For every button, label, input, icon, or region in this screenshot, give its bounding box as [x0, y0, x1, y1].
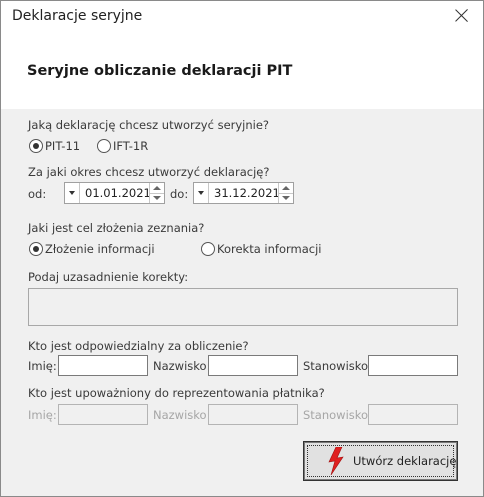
representative-first-name-input [58, 404, 148, 425]
responsible-last-name-input[interactable] [208, 355, 298, 376]
purpose-question: Jaki jest cel złożenia zeznania? [28, 221, 205, 235]
correction-label: Podaj uzasadnienie korekty: [28, 270, 189, 284]
period-question: Za jaki okres chcesz utworzyć deklarację… [28, 165, 270, 179]
date-to-value: 31.12.2021 [214, 186, 280, 200]
radio-pit11-label[interactable]: PIT-11 [45, 139, 80, 153]
radio-submission[interactable] [29, 242, 43, 256]
responsible-position-label: Stanowisko: [303, 359, 372, 373]
date-to-field[interactable]: 31.12.2021 [193, 182, 294, 204]
title-bar: Deklaracje seryjne [1, 1, 483, 32]
spin-down-icon[interactable] [150, 193, 164, 204]
create-declaration-button[interactable]: Utwórz deklarację [303, 441, 458, 481]
radio-submission-label[interactable]: Złożenie informacji [45, 242, 155, 256]
page-title: Seryjne obliczanie deklaracji PIT [27, 63, 293, 79]
representative-position-label: Stanowisko: [303, 408, 372, 422]
declaration-question: Jaką deklarację chcesz utworzyć seryjnie… [28, 118, 270, 132]
representative-position-input [368, 404, 458, 425]
spin-down-icon[interactable] [279, 193, 293, 204]
date-from-spinner[interactable] [149, 183, 164, 203]
close-icon[interactable] [453, 7, 471, 25]
to-label: do: [170, 187, 189, 201]
representative-last-name-label: Nazwisko: [153, 408, 211, 422]
responsible-position-input[interactable] [368, 355, 458, 376]
create-declaration-label: Utwórz deklarację [353, 454, 457, 468]
responsible-last-name-label: Nazwisko: [153, 359, 211, 373]
from-label: od: [28, 187, 47, 201]
spin-up-icon[interactable] [279, 183, 293, 193]
radio-correction-label[interactable]: Korekta informacji [217, 242, 321, 256]
chevron-down-icon[interactable] [65, 183, 80, 203]
lightning-icon [328, 447, 344, 475]
responsible-first-name-input[interactable] [58, 355, 148, 376]
representative-last-name-input [208, 404, 298, 425]
date-from-field[interactable]: 01.01.2021 [64, 182, 165, 204]
header-panel: Seryjne obliczanie deklaracji PIT [1, 32, 483, 109]
date-from-value: 01.01.2021 [85, 186, 151, 200]
window-title: Deklaracje seryjne [12, 8, 143, 24]
representative-first-name-label: Imię: [28, 408, 57, 422]
responsible-question: Kto jest odpowiedzialny za obliczenie? [28, 339, 249, 353]
dialog-window: Deklaracje seryjne Seryjne obliczanie de… [0, 0, 484, 497]
radio-pit11[interactable] [29, 139, 43, 153]
chevron-down-icon[interactable] [194, 183, 209, 203]
correction-textarea[interactable] [28, 288, 458, 326]
spin-up-icon[interactable] [150, 183, 164, 193]
responsible-first-name-label: Imię: [28, 359, 57, 373]
radio-ift1r-label[interactable]: IFT-1R [113, 139, 148, 153]
radio-ift1r[interactable] [97, 139, 111, 153]
radio-correction[interactable] [201, 242, 215, 256]
date-to-spinner[interactable] [278, 183, 293, 203]
representative-question: Kto jest upoważniony do reprezentowania … [28, 386, 325, 400]
